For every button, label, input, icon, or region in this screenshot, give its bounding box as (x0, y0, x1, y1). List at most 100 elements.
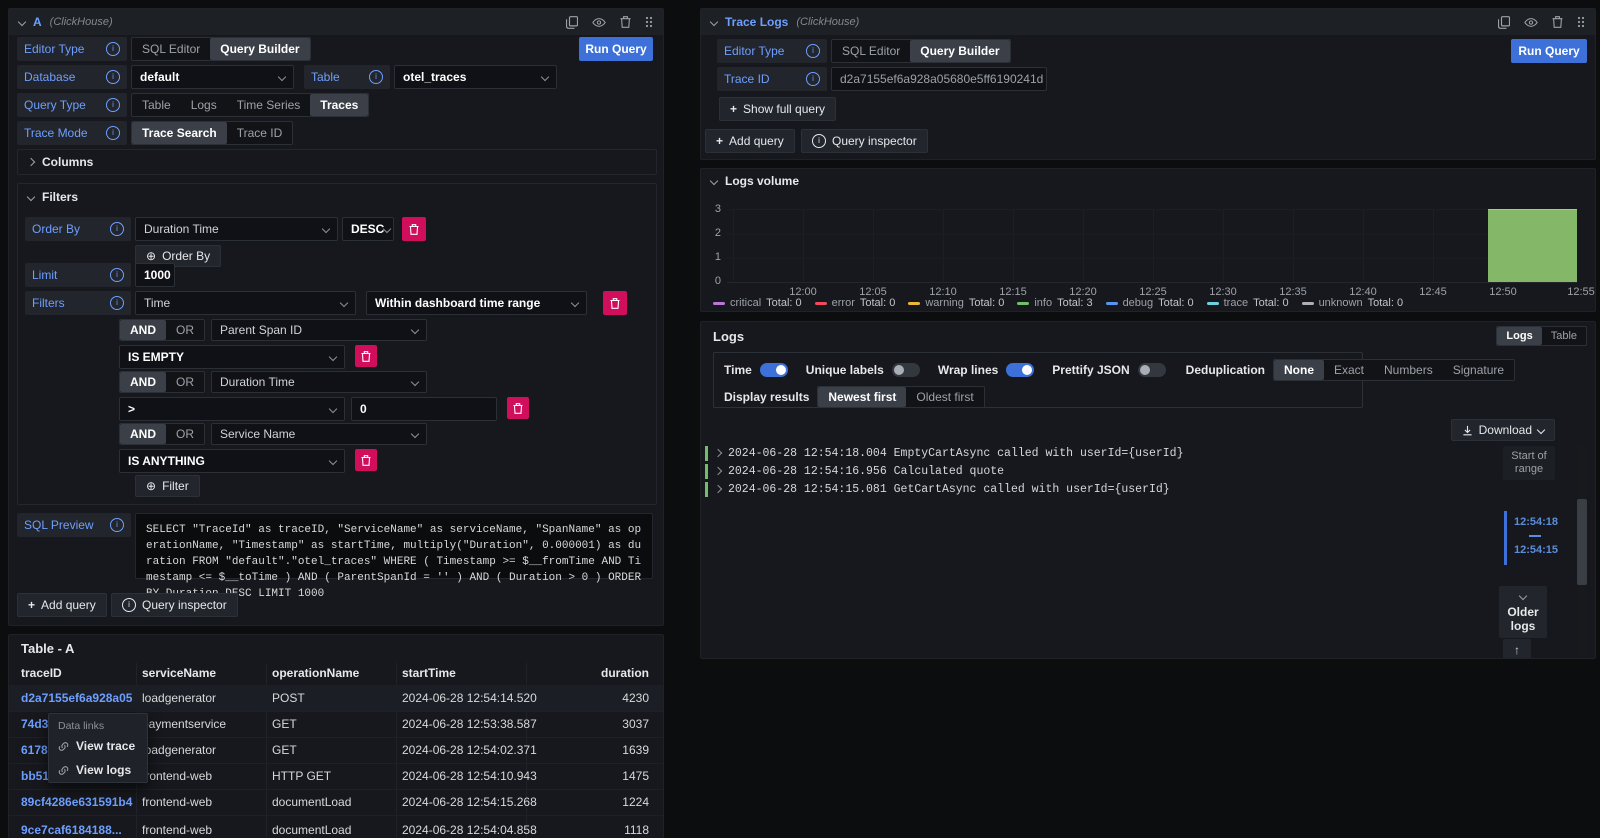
drag-handle-icon[interactable] (645, 16, 653, 28)
display-results-switch[interactable]: Newest first Oldest first (817, 386, 984, 408)
info-icon[interactable]: i (110, 296, 124, 310)
prettify-json-toggle[interactable] (1138, 363, 1166, 377)
logs-view-toggle[interactable]: Logs Table (1496, 326, 1587, 346)
info-icon[interactable]: i (369, 70, 383, 84)
bool-operator-switch-2[interactable]: AND OR (119, 371, 205, 393)
run-query-button[interactable]: Run Query (579, 37, 653, 61)
log-row[interactable]: 2024-06-28 12:54:18.004 EmptyCartAsync c… (705, 444, 1184, 462)
filter-field-select-1[interactable]: Parent Span ID (211, 319, 427, 341)
legend-item-unknown[interactable]: unknownTotal: 0 (1302, 297, 1404, 309)
eye-icon[interactable] (592, 17, 606, 28)
trace-mode-switch[interactable]: Trace Search Trace ID (131, 121, 293, 145)
columns-section[interactable]: Columns (17, 149, 657, 175)
trace-mode-id[interactable]: Trace ID (227, 122, 293, 144)
info-icon[interactable]: i (106, 126, 120, 140)
drag-handle-icon[interactable] (1577, 16, 1585, 28)
legend-item-info[interactable]: infoTotal: 3 (1017, 297, 1092, 309)
filter-field-select-2[interactable]: Duration Time (211, 371, 427, 393)
col-header-servicename[interactable]: serviceName (142, 666, 216, 680)
legend-item-debug[interactable]: debugTotal: 0 (1106, 297, 1194, 309)
trace-id-link[interactable]: d2a7155ef6a928a05 (21, 691, 132, 705)
remove-filter-button-2[interactable] (507, 397, 529, 419)
filter-time-range-select[interactable]: Within dashboard time range (366, 291, 587, 315)
trace-id-link[interactable]: 9ce7caf6184188... (21, 823, 122, 837)
add-query-button[interactable]: +Add query (705, 129, 795, 153)
col-header-traceid[interactable]: traceID (21, 666, 62, 680)
deduplication-switch[interactable]: None Exact Numbers Signature (1273, 359, 1515, 381)
editor-type-sql-editor[interactable]: SQL Editor (132, 38, 210, 60)
view-logs-menu-item[interactable]: View logs (49, 758, 147, 782)
collapse-chevron-icon[interactable] (710, 18, 718, 26)
info-icon[interactable]: i (806, 72, 820, 86)
query-inspector-button[interactable]: iQuery inspector (111, 593, 238, 617)
view-table-option[interactable]: Table (1542, 327, 1586, 345)
log-row[interactable]: 2024-06-28 12:54:15.081 GetCartAsync cal… (705, 480, 1170, 498)
show-full-query-button[interactable]: +Show full query (719, 97, 836, 121)
col-header-starttime[interactable]: startTime (402, 666, 456, 680)
info-icon[interactable]: i (110, 222, 124, 236)
time-toggle[interactable] (760, 363, 788, 377)
eye-icon[interactable] (1524, 17, 1538, 28)
dedup-exact[interactable]: Exact (1324, 360, 1374, 380)
filter-value-input-2[interactable]: 0 (351, 397, 497, 421)
filter-field-select-3[interactable]: Service Name (211, 423, 427, 445)
legend-item-warning[interactable]: warningTotal: 0 (908, 297, 1004, 309)
query-type-traces[interactable]: Traces (310, 94, 368, 116)
order-by-field-select[interactable]: Duration Time (135, 217, 338, 241)
duplicate-icon[interactable] (566, 16, 578, 29)
logs-scrollbar-track[interactable] (1577, 444, 1587, 656)
delete-icon[interactable] (620, 16, 631, 28)
order-by-direction-select[interactable]: DESC (342, 217, 394, 241)
col-header-duration[interactable]: duration (601, 666, 649, 680)
newest-first-option[interactable]: Newest first (818, 387, 906, 407)
view-logs-option[interactable]: Logs (1497, 327, 1541, 345)
remove-filter-button-1[interactable] (355, 345, 377, 367)
expand-log-chevron-icon[interactable] (714, 467, 722, 475)
query-type-logs[interactable]: Logs (181, 94, 227, 116)
legend-item-trace[interactable]: traceTotal: 0 (1207, 297, 1289, 309)
log-row[interactable]: 2024-06-28 12:54:16.956 Calculated quote (705, 462, 1004, 480)
info-icon[interactable]: i (806, 44, 820, 58)
filter-operator-select-2[interactable]: > (119, 397, 345, 421)
filter-operator-select-1[interactable]: IS EMPTY (119, 345, 345, 369)
table-row[interactable]: 9ce7caf6184188... frontend-web documentL… (9, 817, 663, 838)
expand-log-chevron-icon[interactable] (714, 485, 722, 493)
editor-type-sql-editor[interactable]: SQL Editor (832, 40, 910, 62)
table-row[interactable]: 89cf4286e631591b4... frontend-web docume… (9, 789, 663, 816)
info-icon[interactable]: i (106, 42, 120, 56)
table-select[interactable]: otel_traces (394, 65, 557, 89)
filter-operator-select-3[interactable]: IS ANYTHING (119, 449, 345, 473)
info-icon[interactable]: i (110, 268, 124, 282)
delete-icon[interactable] (1552, 16, 1563, 28)
filter-time-field-select[interactable]: Time (135, 291, 356, 315)
download-button[interactable]: Download (1451, 419, 1555, 441)
info-bar[interactable] (1488, 209, 1577, 282)
editor-type-switch[interactable]: SQL Editor Query Builder (131, 37, 311, 61)
panel-a-header[interactable]: A (ClickHouse) (9, 9, 663, 35)
bool-operator-switch-1[interactable]: AND OR (119, 319, 205, 341)
remove-filter-button-3[interactable] (355, 449, 377, 471)
dedup-numbers[interactable]: Numbers (1374, 360, 1443, 380)
older-logs-button[interactable]: Older logs (1499, 586, 1547, 638)
dedup-none[interactable]: None (1274, 360, 1324, 380)
trace-logs-header[interactable]: Trace Logs (ClickHouse) (701, 9, 1595, 35)
run-query-button[interactable]: Run Query (1511, 39, 1587, 63)
table-row[interactable]: d2a7155ef6a928a05 loadgenerator POST 202… (9, 685, 663, 712)
add-query-button[interactable]: +Add query (17, 593, 107, 617)
editor-type-switch[interactable]: SQL Editor Query Builder (831, 39, 1011, 63)
limit-input[interactable]: 1000 (135, 263, 175, 287)
view-trace-menu-item[interactable]: View trace (49, 734, 147, 758)
info-icon[interactable]: i (106, 70, 120, 84)
dedup-signature[interactable]: Signature (1443, 360, 1514, 380)
oldest-first-option[interactable]: Oldest first (906, 387, 983, 407)
info-icon[interactable]: i (110, 518, 124, 532)
logs-scrollbar-thumb[interactable] (1577, 499, 1587, 585)
info-icon[interactable]: i (106, 98, 120, 112)
col-header-operationname[interactable]: operationName (272, 666, 359, 680)
unique-labels-toggle[interactable] (892, 363, 920, 377)
collapse-chevron-icon[interactable] (18, 18, 26, 26)
trace-mode-search[interactable]: Trace Search (132, 122, 227, 144)
query-type-switch[interactable]: Table Logs Time Series Traces (131, 93, 369, 117)
database-select[interactable]: default (131, 65, 294, 89)
query-type-time-series[interactable]: Time Series (227, 94, 311, 116)
